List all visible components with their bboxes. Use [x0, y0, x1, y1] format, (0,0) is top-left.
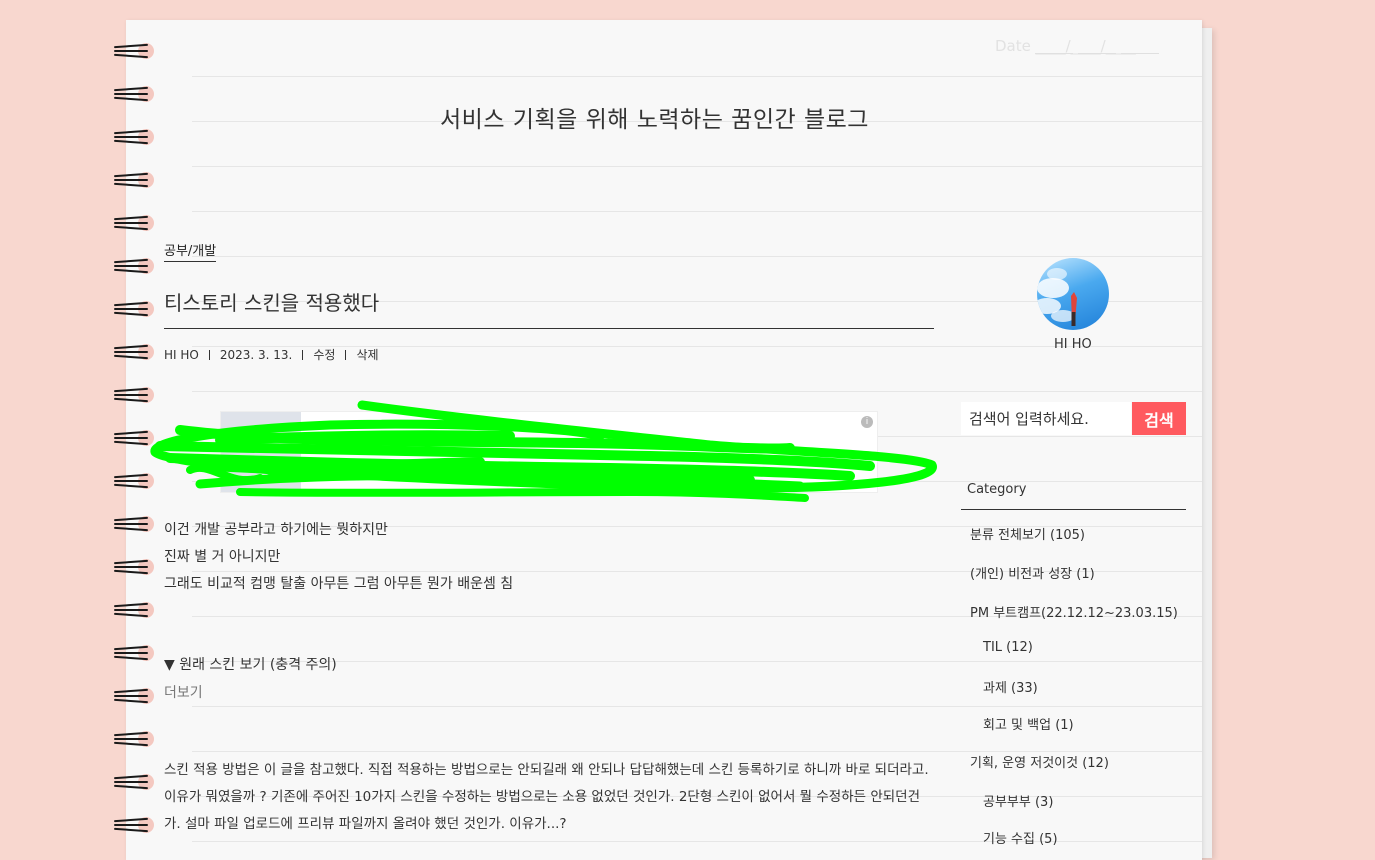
meta-separator: [208, 349, 210, 360]
subcategory-item[interactable]: TIL (12): [983, 640, 1033, 655]
post-date: 2023. 3. 13.: [219, 347, 293, 362]
redaction-scribble: [150, 400, 937, 502]
binding-ring: [112, 126, 158, 148]
post-meta: HI HO 2023. 3. 13. 수정 삭제: [164, 346, 379, 363]
post-category-link[interactable]: 공부/개발: [164, 240, 217, 262]
title-divider: [164, 328, 934, 329]
meta-separator: [345, 349, 347, 360]
binding-ring: [112, 298, 158, 320]
category-item[interactable]: 기획, 운영 저것이것 (12): [970, 752, 1109, 771]
binding-ring: [112, 728, 158, 750]
intro-line: 이건 개발 공부라고 하기에는 뭣하지만: [164, 522, 388, 538]
binding-ring: [112, 556, 158, 578]
binding-ring: [112, 814, 158, 836]
edit-link[interactable]: 수정: [313, 346, 335, 363]
meta-separator: [302, 349, 304, 360]
post-paragraph: 스킨 적용 방법은 이 글을 참고했다. 직접 적용하는 방법으로는 안되길래 …: [164, 762, 929, 832]
binding-ring: [112, 599, 158, 621]
binding-ring: [112, 255, 158, 277]
binding-ring: [112, 212, 158, 234]
subcategory-item[interactable]: 회고 및 백업 (1): [983, 714, 1074, 733]
category-list: 분류 전체보기 (105) (개인) 비전과 성장 (1) PM 부트캠프(22.1…: [961, 0, 1177, 850]
more-button[interactable]: 더보기: [164, 682, 203, 702]
binding-ring: [112, 771, 158, 793]
binding-ring: [112, 83, 158, 105]
category-item[interactable]: PM 부트캠프(22.12.12~23.03.15): [970, 602, 1177, 621]
binding-ring: [112, 169, 158, 191]
subcategory-item[interactable]: 과제 (33): [983, 677, 1038, 696]
more-toggle[interactable]: ▼ 원래 스킨 보기 (충격 주의): [164, 654, 337, 674]
binding-ring: [112, 513, 158, 535]
post-author: HI HO: [164, 347, 199, 362]
category-item[interactable]: (개인) 비전과 성장 (1): [970, 563, 1095, 582]
post-title: 티스토리 스킨을 적용했다: [164, 291, 380, 315]
blog-title[interactable]: 서비스 기획을 위해 노력하는 꿈인간 블로그: [440, 100, 869, 134]
intro-line: 진짜 별 거 아니지만: [164, 549, 281, 565]
intro-line: 그래도 비교적 컴맹 탈출 아무튼 그럼 아무튼 뭔가 배운셈 침: [164, 576, 514, 592]
subcategory-item[interactable]: 공부부부 (3): [983, 791, 1053, 810]
binding-ring: [112, 642, 158, 664]
delete-link[interactable]: 삭제: [356, 346, 378, 363]
binding-ring: [112, 40, 158, 62]
binding-ring: [112, 685, 158, 707]
subcategory-item[interactable]: 기능 수집 (5): [983, 828, 1058, 847]
category-item[interactable]: 분류 전체보기 (105): [970, 524, 1085, 543]
binding-ring: [112, 341, 158, 363]
